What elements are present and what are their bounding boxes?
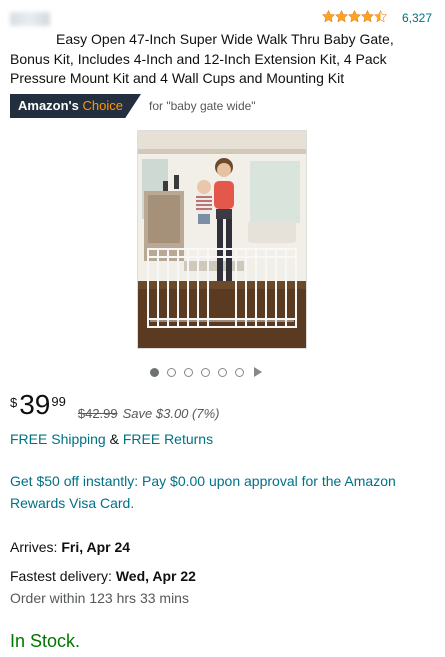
stock-status: In Stock.	[10, 631, 81, 651]
fastest-delivery-label: Fastest delivery:	[10, 568, 112, 584]
product-title-text[interactable]: Easy Open 47-Inch Super Wide Walk Thru B…	[10, 31, 394, 86]
star-full-icon	[335, 10, 348, 23]
shipping-row: FREE Shipping & FREE Returns	[10, 431, 213, 447]
badge-for-text: for "baby gate wide"	[148, 99, 256, 113]
carousel-dot[interactable]	[235, 367, 244, 377]
review-count-link[interactable]: 6,327	[402, 11, 432, 25]
carousel-dot[interactable]	[150, 367, 159, 377]
star-full-icon	[361, 10, 374, 23]
carousel-dot[interactable]	[167, 367, 176, 377]
top-row: 6,327	[0, 6, 445, 28]
video-play-icon[interactable]	[254, 367, 262, 377]
star-half-icon	[374, 10, 387, 23]
arrives-row: Arrives: Fri, Apr 24	[10, 539, 130, 555]
arrives-date: Fri, Apr 24	[61, 539, 131, 555]
list-price: $42.99	[77, 406, 118, 421]
fastest-delivery-date: Wed, Apr 22	[115, 568, 196, 584]
brand-name-blurred	[10, 12, 50, 26]
price-row: $ 39 99 $42.99 Save $3.00 (7%)	[10, 389, 220, 422]
star-rating[interactable]	[322, 10, 387, 23]
star-full-icon	[348, 10, 361, 23]
price-whole: 39	[19, 389, 51, 420]
baby-gate-photo	[138, 131, 306, 348]
star-full-icon	[322, 10, 335, 23]
arrives-label: Arrives:	[10, 539, 58, 555]
savings-text: Save $3.00 (7%)	[122, 406, 220, 421]
badge-label-part1: Amazon's	[18, 98, 79, 113]
amazons-choice-row: Amazon's Choice for "baby gate wide"	[10, 94, 256, 118]
carousel-dot[interactable]	[218, 367, 227, 377]
carousel-dot[interactable]	[201, 367, 210, 377]
badge-label-part2: Choice	[82, 98, 123, 113]
shipping-ampersand: &	[109, 431, 119, 447]
order-within-text: Order within 123 hrs 33 mins	[10, 590, 189, 606]
free-returns-link[interactable]: FREE Returns	[123, 431, 213, 447]
price-fraction: 99	[51, 394, 66, 409]
product-image[interactable]	[137, 130, 307, 349]
amazons-choice-badge[interactable]: Amazon's Choice	[10, 94, 141, 118]
carousel-dot[interactable]	[184, 367, 193, 377]
fastest-delivery-row: Fastest delivery: Wed, Apr 22	[10, 568, 196, 584]
product-title[interactable]: Easy Open 47-Inch Super Wide Walk Thru B…	[10, 30, 435, 89]
credit-card-offer-link[interactable]: Get $50 off instantly: Pay $0.00 upon ap…	[10, 470, 430, 514]
image-carousel-dots	[150, 367, 262, 377]
free-shipping-link[interactable]: FREE Shipping	[10, 431, 106, 447]
price-currency-symbol: $	[10, 395, 18, 410]
